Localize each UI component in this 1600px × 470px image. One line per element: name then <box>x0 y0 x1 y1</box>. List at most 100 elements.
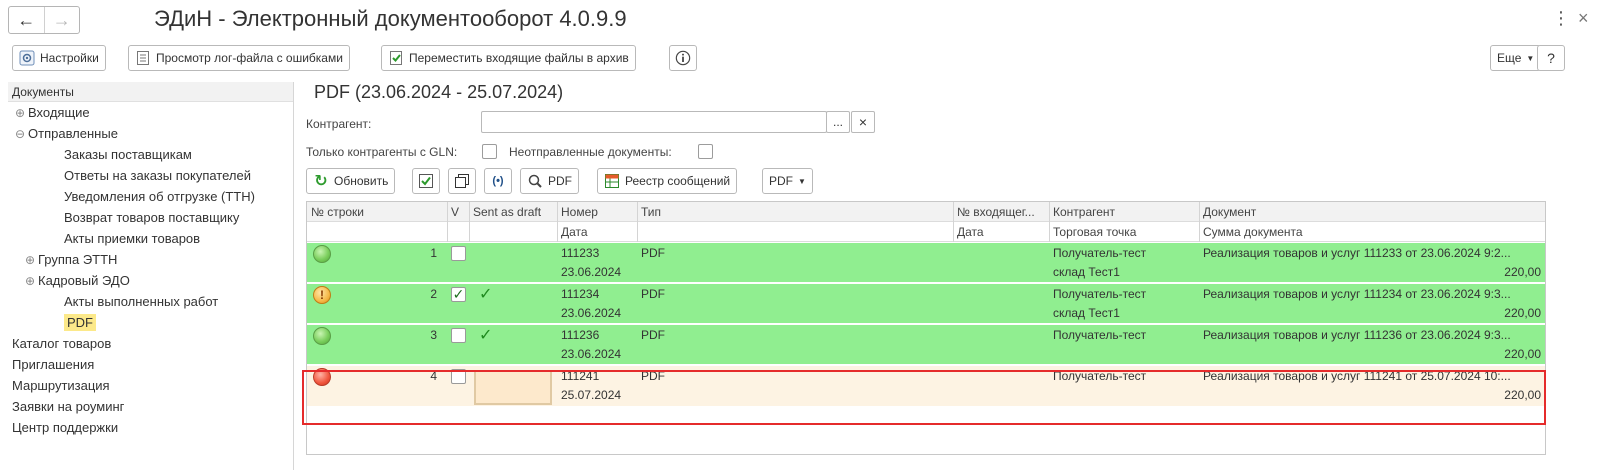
nav-item[interactable]: Маршрутизация <box>8 375 293 396</box>
cell-line-no: 3 <box>430 328 437 342</box>
gear-icon <box>19 50 35 66</box>
signal-button[interactable]: (•) <box>484 168 512 194</box>
info-button[interactable] <box>669 45 697 71</box>
draft-check-icon: ✓ <box>479 286 493 303</box>
unsent-checkbox[interactable] <box>698 144 713 159</box>
message-registry-button[interactable]: Реестр сообщений <box>597 168 738 194</box>
column-divider <box>447 202 448 242</box>
table-row[interactable]: 1 111233 23.06.2024 PDF Получатель-тест склад… <box>307 243 1545 283</box>
header-contractor[interactable]: Контрагент <box>1049 202 1199 222</box>
title-bar: ← → ЭДиН - Электронный документооборот 4… <box>0 0 1600 40</box>
cell-contractor: Получатель-тест <box>1053 328 1147 342</box>
nav-item[interactable]: Акты выполненных работ <box>8 291 293 312</box>
highlight-frame <box>302 370 1546 425</box>
view-log-button[interactable]: Просмотр лог-файла с ошибками <box>128 45 350 71</box>
nav-item-label: Уведомления об отгрузке (ТТН) <box>64 189 255 204</box>
arrow-left-icon: ← <box>17 9 36 30</box>
expand-icon[interactable]: ⊕ <box>22 250 38 271</box>
nav-item-label: Группа ЭТТН <box>38 252 118 267</box>
nav-item[interactable]: PDF <box>8 312 293 333</box>
status-ok-icon <box>313 327 331 345</box>
contractor-input[interactable] <box>481 111 827 133</box>
nav-item[interactable]: ⊖ Отправленные <box>8 123 293 144</box>
nav-item[interactable]: ⊕ Входящие <box>8 102 293 123</box>
move-to-archive-button[interactable]: Переместить входящие файлы в архив <box>381 45 636 71</box>
header-line-no[interactable]: № строки <box>307 202 447 222</box>
copy-icon <box>454 173 470 189</box>
header-doc-sum[interactable]: Сумма документа <box>1199 222 1545 242</box>
more-menu-button[interactable]: Еще ▼ <box>1490 45 1542 71</box>
back-button[interactable]: ← <box>9 7 44 33</box>
copy-button[interactable] <box>448 168 476 194</box>
nav-item-label: Приглашения <box>12 357 95 372</box>
nav-item[interactable]: Центр поддержки <box>8 417 293 438</box>
more-label: Еще <box>1497 51 1522 65</box>
header-v[interactable]: V <box>447 202 469 222</box>
expand-icon[interactable]: ⊕ <box>22 271 38 292</box>
gln-only-checkbox[interactable] <box>482 144 497 159</box>
unsent-label: Неотправленные документы: <box>509 145 672 159</box>
nav-item[interactable]: ⊕ Группа ЭТТН <box>8 249 293 270</box>
table-row[interactable]: ! 2 ✓ ✓ 111234 23.06.2024 PDF Получатель-тест ск… <box>307 284 1545 324</box>
window-title: ЭДиН - Электронный документооборот 4.0.9… <box>154 6 627 31</box>
collapse-icon[interactable]: ⊖ <box>12 124 28 145</box>
check-all-button[interactable] <box>412 168 440 194</box>
nav-item[interactable]: Заявки на роуминг <box>8 396 293 417</box>
cell-sum: 220,00 <box>1504 265 1541 279</box>
nav-item-label: Заявки на роуминг <box>12 399 125 414</box>
refresh-button[interactable]: ↻ Обновить <box>306 168 396 194</box>
cell-date: 23.06.2024 <box>561 347 622 361</box>
nav-item-label: Акты приемки товаров <box>64 231 201 246</box>
nav-item[interactable]: ⊕ Кадровый ЭДО <box>8 270 293 291</box>
cell-sum: 220,00 <box>1504 347 1541 361</box>
table-row[interactable]: 3 ✓ 111236 23.06.2024 PDF Получатель-тест Реал… <box>307 325 1545 365</box>
header-document[interactable]: Документ <box>1199 202 1545 222</box>
expand-icon[interactable]: ⊕ <box>12 103 28 124</box>
gln-only-label: Только контрагенты с GLN: <box>306 145 458 159</box>
table-icon <box>604 173 620 189</box>
help-button[interactable]: ? <box>1537 45 1565 71</box>
cell-type: PDF <box>641 328 665 342</box>
cell-document: Реализация товаров и услуг 111233 от 23.… <box>1203 246 1511 260</box>
nav-item[interactable]: Заказы поставщикам <box>8 144 293 165</box>
header-number[interactable]: Номер <box>557 202 637 222</box>
status-warning-icon: ! <box>313 286 331 304</box>
row-checkbox[interactable] <box>451 328 466 343</box>
nav-item[interactable]: Приглашения <box>8 354 293 375</box>
nav-item-label: Возврат товаров поставщику <box>64 210 240 225</box>
nav-item[interactable]: Уведомления об отгрузке (ТТН) <box>8 186 293 207</box>
pdf-preview-button[interactable]: PDF <box>520 168 579 194</box>
row-checkbox-checked[interactable]: ✓ <box>451 287 466 302</box>
header-incoming-no[interactable]: № входящег... <box>953 202 1049 222</box>
row-checkbox[interactable] <box>451 246 466 261</box>
more-options-icon[interactable]: ⋮ <box>1552 8 1570 29</box>
contractor-select-button[interactable]: ... <box>826 111 850 133</box>
header-sent-as-draft[interactable]: Sent as draft <box>469 202 557 222</box>
settings-button[interactable]: Настройки <box>12 45 106 71</box>
cell-sum: 220,00 <box>1504 306 1541 320</box>
header-outlet[interactable]: Торговая точка <box>1049 222 1199 242</box>
registry-label: Реестр сообщений <box>625 174 731 188</box>
pdf-menu-button[interactable]: PDF ▼ <box>762 168 813 194</box>
nav-item[interactable]: Ответы на заказы покупателей <box>8 165 293 186</box>
column-divider <box>557 202 558 242</box>
contractor-clear-button[interactable]: × <box>851 111 875 133</box>
cell-outlet: склад Тест1 <box>1053 306 1120 320</box>
cell-date: 23.06.2024 <box>561 265 622 279</box>
document-list-icon <box>135 50 151 66</box>
nav-item-label: Отправленные <box>28 126 118 141</box>
nav-item-label: Центр поддержки <box>12 420 119 435</box>
cell-number: 111236 <box>561 328 600 342</box>
header-type[interactable]: Тип <box>637 202 953 222</box>
refresh-icon: ↻ <box>314 173 328 190</box>
navigation-group: ← → <box>8 6 80 34</box>
close-icon[interactable]: × <box>1578 8 1589 29</box>
column-divider <box>1199 202 1200 242</box>
forward-button[interactable]: → <box>43 7 80 33</box>
cell-outlet <box>1053 345 1197 363</box>
nav-item[interactable]: Акты приемки товаров <box>8 228 293 249</box>
nav-item[interactable]: Каталог товаров <box>8 333 293 354</box>
header-date[interactable]: Дата <box>557 222 637 242</box>
nav-item[interactable]: Возврат товаров поставщику <box>8 207 293 228</box>
header-incoming-date[interactable]: Дата <box>953 222 1049 242</box>
